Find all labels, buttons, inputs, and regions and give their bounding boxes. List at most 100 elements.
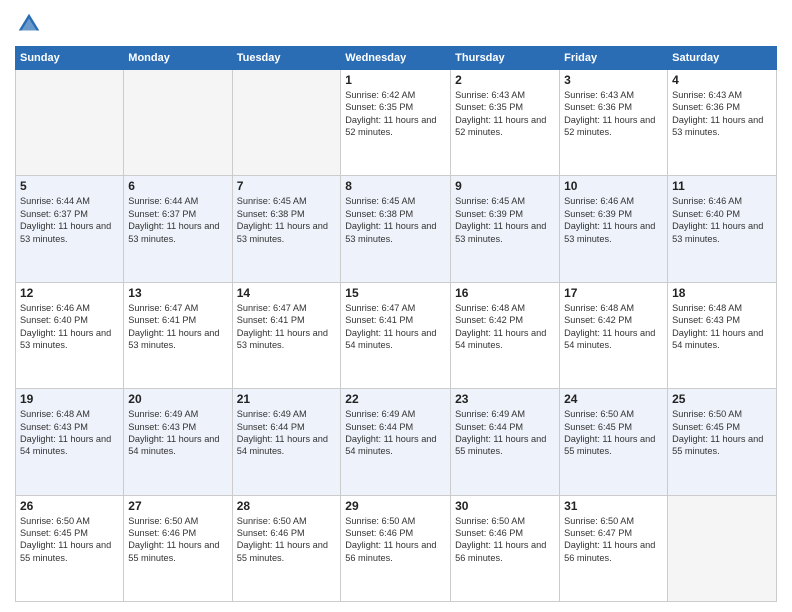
calendar-table: SundayMondayTuesdayWednesdayThursdayFrid… (15, 46, 777, 602)
calendar-cell: 17Sunrise: 6:48 AM Sunset: 6:42 PM Dayli… (560, 282, 668, 388)
day-number: 30 (455, 499, 555, 513)
day-number: 8 (345, 179, 446, 193)
day-number: 27 (128, 499, 227, 513)
calendar-cell: 23 Sunrise: 6:49 AM Sunset: 6:44 PM Dayli… (451, 389, 560, 495)
day-number: 5 (20, 179, 119, 193)
calendar-cell: 22 Sunrise: 6:49 AM Sunset: 6:44 PM Dayli… (341, 389, 451, 495)
day-info: Sunrise: 6:48 AM Sunset: 6:43 PM Dayligh… (20, 408, 119, 458)
day-info: Sunrise: 6:50 AM Sunset: 6:45 PM Dayligh… (672, 408, 772, 458)
calendar-cell: 29Sunrise: 6:50 AM Sunset: 6:46 PM Dayli… (341, 495, 451, 601)
day-number: 1 (345, 73, 446, 87)
calendar-cell (668, 495, 777, 601)
page: SundayMondayTuesdayWednesdayThursdayFrid… (0, 0, 792, 612)
calendar-cell: 7Sunrise: 6:45 AM Sunset: 6:38 PM Daylig… (232, 176, 341, 282)
day-info: Sunrise: 6:50 AM Sunset: 6:46 PM Dayligh… (237, 515, 337, 565)
weekday-header-friday: Friday (560, 47, 668, 70)
weekday-header-sunday: Sunday (16, 47, 124, 70)
header (15, 10, 777, 38)
calendar-cell: 30 Sunrise: 6:50 AM Sunset: 6:46 PM Dayli… (451, 495, 560, 601)
day-info: Sunrise: 6:49 AM Sunset: 6:44 PM Dayligh… (237, 408, 337, 458)
day-info: Sunrise: 6:46 AM Sunset: 6:39 PM Dayligh… (564, 195, 663, 245)
calendar-cell: 5 Sunrise: 6:44 AM Sunset: 6:37 PM Daylig… (16, 176, 124, 282)
day-number: 2 (455, 73, 555, 87)
day-info: Sunrise: 6:47 AM Sunset: 6:41 PM Dayligh… (345, 302, 446, 352)
week-row-2: 5 Sunrise: 6:44 AM Sunset: 6:37 PM Daylig… (16, 176, 777, 282)
weekday-header-thursday: Thursday (451, 47, 560, 70)
day-number: 24 (564, 392, 663, 406)
calendar-cell: 21 Sunrise: 6:49 AM Sunset: 6:44 PM Dayli… (232, 389, 341, 495)
day-info: Sunrise: 6:47 AM Sunset: 6:41 PM Dayligh… (237, 302, 337, 352)
day-info: Sunrise: 6:43 AM Sunset: 6:35 PM Dayligh… (455, 89, 555, 139)
weekday-header-monday: Monday (124, 47, 232, 70)
day-info: Sunrise: 6:50 AM Sunset: 6:46 PM Dayligh… (345, 515, 446, 565)
day-info: Sunrise: 6:45 AM Sunset: 6:38 PM Dayligh… (345, 195, 446, 245)
day-info: Sunrise: 6:50 AM Sunset: 6:46 PM Dayligh… (128, 515, 227, 565)
day-number: 14 (237, 286, 337, 300)
day-number: 9 (455, 179, 555, 193)
weekday-header-wednesday: Wednesday (341, 47, 451, 70)
calendar-cell: 26 Sunrise: 6:50 AM Sunset: 6:45 PM Dayli… (16, 495, 124, 601)
day-info: Sunrise: 6:50 AM Sunset: 6:46 PM Dayligh… (455, 515, 555, 565)
day-number: 11 (672, 179, 772, 193)
day-number: 18 (672, 286, 772, 300)
day-info: Sunrise: 6:50 AM Sunset: 6:45 PM Dayligh… (20, 515, 119, 565)
day-info: Sunrise: 6:44 AM Sunset: 6:37 PM Dayligh… (20, 195, 119, 245)
calendar-cell: 4Sunrise: 6:43 AM Sunset: 6:36 PM Daylig… (668, 70, 777, 176)
day-number: 19 (20, 392, 119, 406)
day-info: Sunrise: 6:46 AM Sunset: 6:40 PM Dayligh… (20, 302, 119, 352)
calendar-cell (124, 70, 232, 176)
calendar-cell: 6 Sunrise: 6:44 AM Sunset: 6:37 PM Daylig… (124, 176, 232, 282)
calendar-cell: 3Sunrise: 6:43 AM Sunset: 6:36 PM Daylig… (560, 70, 668, 176)
day-number: 23 (455, 392, 555, 406)
day-number: 28 (237, 499, 337, 513)
day-number: 15 (345, 286, 446, 300)
logo (15, 10, 47, 38)
day-info: Sunrise: 6:48 AM Sunset: 6:42 PM Dayligh… (564, 302, 663, 352)
calendar-cell (232, 70, 341, 176)
calendar-cell (16, 70, 124, 176)
calendar-cell: 24 Sunrise: 6:50 AM Sunset: 6:45 PM Dayli… (560, 389, 668, 495)
calendar-cell: 27 Sunrise: 6:50 AM Sunset: 6:46 PM Dayli… (124, 495, 232, 601)
day-number: 26 (20, 499, 119, 513)
calendar-cell: 8 Sunrise: 6:45 AM Sunset: 6:38 PM Daylig… (341, 176, 451, 282)
day-info: Sunrise: 6:49 AM Sunset: 6:44 PM Dayligh… (455, 408, 555, 458)
calendar-cell: 28 Sunrise: 6:50 AM Sunset: 6:46 PM Dayli… (232, 495, 341, 601)
day-info: Sunrise: 6:45 AM Sunset: 6:39 PM Dayligh… (455, 195, 555, 245)
calendar-cell: 19 Sunrise: 6:48 AM Sunset: 6:43 PM Dayli… (16, 389, 124, 495)
calendar-cell: 25 Sunrise: 6:50 AM Sunset: 6:45 PM Dayli… (668, 389, 777, 495)
weekday-header-tuesday: Tuesday (232, 47, 341, 70)
weekday-header-saturday: Saturday (668, 47, 777, 70)
week-row-1: 1 Sunrise: 6:42 AM Sunset: 6:35 PM Daylig… (16, 70, 777, 176)
day-info: Sunrise: 6:49 AM Sunset: 6:44 PM Dayligh… (345, 408, 446, 458)
day-info: Sunrise: 6:43 AM Sunset: 6:36 PM Dayligh… (564, 89, 663, 139)
week-row-3: 12Sunrise: 6:46 AM Sunset: 6:40 PM Dayli… (16, 282, 777, 388)
calendar-cell: 12Sunrise: 6:46 AM Sunset: 6:40 PM Dayli… (16, 282, 124, 388)
day-info: Sunrise: 6:50 AM Sunset: 6:47 PM Dayligh… (564, 515, 663, 565)
weekday-header-row: SundayMondayTuesdayWednesdayThursdayFrid… (16, 47, 777, 70)
day-info: Sunrise: 6:50 AM Sunset: 6:45 PM Dayligh… (564, 408, 663, 458)
day-info: Sunrise: 6:48 AM Sunset: 6:43 PM Dayligh… (672, 302, 772, 352)
day-number: 6 (128, 179, 227, 193)
day-number: 16 (455, 286, 555, 300)
day-number: 31 (564, 499, 663, 513)
calendar-cell: 20 Sunrise: 6:49 AM Sunset: 6:43 PM Dayli… (124, 389, 232, 495)
day-info: Sunrise: 6:48 AM Sunset: 6:42 PM Dayligh… (455, 302, 555, 352)
day-info: Sunrise: 6:47 AM Sunset: 6:41 PM Dayligh… (128, 302, 227, 352)
day-info: Sunrise: 6:44 AM Sunset: 6:37 PM Dayligh… (128, 195, 227, 245)
day-info: Sunrise: 6:49 AM Sunset: 6:43 PM Dayligh… (128, 408, 227, 458)
calendar-cell: 18 Sunrise: 6:48 AM Sunset: 6:43 PM Dayli… (668, 282, 777, 388)
calendar-cell: 14 Sunrise: 6:47 AM Sunset: 6:41 PM Dayli… (232, 282, 341, 388)
calendar-cell: 9 Sunrise: 6:45 AM Sunset: 6:39 PM Daylig… (451, 176, 560, 282)
week-row-5: 26 Sunrise: 6:50 AM Sunset: 6:45 PM Dayli… (16, 495, 777, 601)
calendar-cell: 1 Sunrise: 6:42 AM Sunset: 6:35 PM Daylig… (341, 70, 451, 176)
calendar-cell: 2 Sunrise: 6:43 AM Sunset: 6:35 PM Daylig… (451, 70, 560, 176)
day-number: 20 (128, 392, 227, 406)
calendar-cell: 11Sunrise: 6:46 AM Sunset: 6:40 PM Dayli… (668, 176, 777, 282)
calendar-cell: 16 Sunrise: 6:48 AM Sunset: 6:42 PM Dayli… (451, 282, 560, 388)
day-number: 25 (672, 392, 772, 406)
day-number: 22 (345, 392, 446, 406)
calendar-cell: 10 Sunrise: 6:46 AM Sunset: 6:39 PM Dayli… (560, 176, 668, 282)
day-number: 21 (237, 392, 337, 406)
day-number: 10 (564, 179, 663, 193)
day-info: Sunrise: 6:42 AM Sunset: 6:35 PM Dayligh… (345, 89, 446, 139)
